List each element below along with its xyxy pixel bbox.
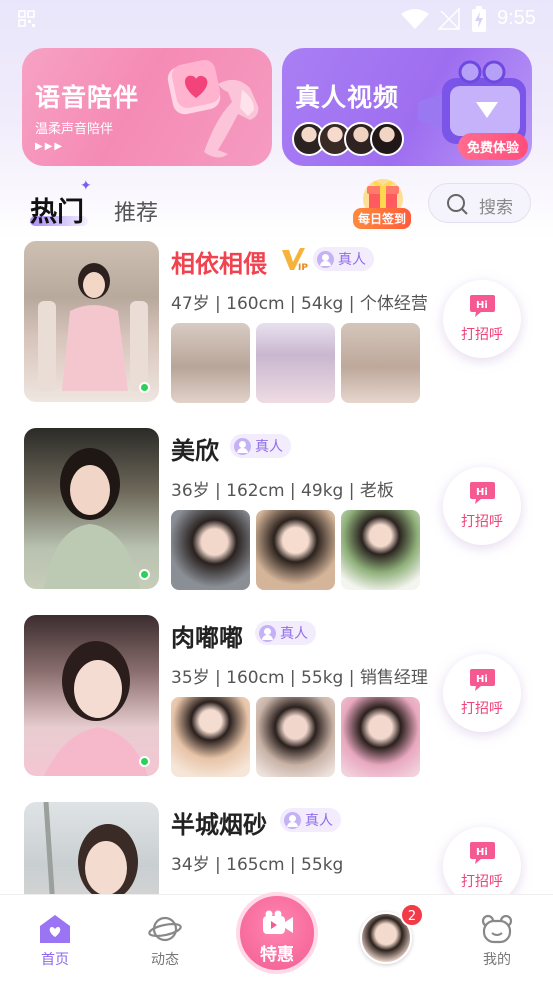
clock: 9:55 (497, 7, 536, 29)
svg-text:Hi: Hi (476, 487, 488, 498)
say-hi-button[interactable]: Hi 打招呼 (443, 280, 521, 358)
verified-real-badge: 真人 (280, 808, 341, 832)
hi-chat-icon: Hi (470, 482, 495, 504)
profile-info: 34岁 | 165cm | 55kg (171, 855, 344, 875)
profile-photo[interactable] (24, 615, 159, 776)
person-icon (284, 811, 301, 829)
live-video-banner[interactable]: 真人视频 免费体验 (282, 48, 532, 166)
thumbnail-photo[interactable] (341, 323, 420, 403)
profile-name: 相依相偎 (171, 250, 267, 278)
thumbnail-photo[interactable] (171, 697, 250, 777)
profile-name: 肉嘟嘟 (171, 624, 243, 652)
online-indicator (139, 382, 150, 393)
online-indicator (139, 756, 150, 767)
signal-icon (438, 8, 460, 30)
profile-info: 35岁 | 160cm | 55kg | 销售经理 (171, 668, 428, 688)
person-icon (234, 437, 251, 455)
vip-icon: IP (282, 248, 308, 272)
say-hi-label: 打招呼 (461, 514, 503, 530)
hi-chat-icon: Hi (470, 295, 495, 317)
banner-voice-dots: ▶▶▶ (35, 141, 65, 152)
svg-text:Hi: Hi (476, 847, 488, 858)
svg-text:Hi: Hi (476, 674, 488, 685)
say-hi-button[interactable]: Hi 打招呼 (443, 654, 521, 732)
search-icon (447, 194, 468, 215)
hi-chat-icon: Hi (470, 669, 495, 691)
verified-real-badge: 真人 (313, 247, 374, 271)
say-hi-label: 打招呼 (461, 327, 503, 343)
profile-photo[interactable] (24, 241, 159, 402)
nav-mine-label: 我的 (483, 952, 511, 968)
thumbnail-photo[interactable] (341, 510, 420, 590)
phone-heart-icon (167, 59, 259, 158)
search-label: 搜索 (479, 198, 513, 218)
thumbnail-photo[interactable] (256, 697, 335, 777)
person-icon (317, 250, 334, 268)
search-button[interactable]: 搜索 (428, 183, 531, 223)
sparkle-icon: ✦ (80, 178, 92, 194)
nav-home-label: 首页 (41, 952, 69, 968)
profile-card[interactable]: 美欣 真人 36岁 | 162cm | 49kg | 老板 Hi 打招呼 (0, 425, 553, 612)
nav-moments[interactable]: 动态 (120, 895, 210, 983)
say-hi-button[interactable]: Hi 打招呼 (443, 827, 521, 894)
svg-text:Hi: Hi (476, 300, 488, 311)
bear-face-icon (481, 914, 513, 944)
profile-card[interactable]: 半城烟砂 真人 34岁 | 165cm | 55kg Hi 打招呼 (0, 799, 553, 894)
planet-icon (148, 916, 182, 942)
banner-voice-title: 语音陪伴 (35, 83, 140, 112)
thumbnail-photo[interactable] (341, 697, 420, 777)
svg-text:IP: IP (298, 263, 308, 272)
app-grid-icon (18, 10, 35, 27)
verified-real-label: 真人 (305, 813, 333, 829)
woman-portrait-icon (44, 448, 140, 589)
verified-real-label: 真人 (280, 626, 308, 642)
verified-real-label: 真人 (255, 439, 283, 455)
banner-voice-subtitle: 温柔声音陪伴 (35, 122, 114, 137)
profile-photo[interactable] (24, 428, 159, 589)
avatar (370, 122, 404, 156)
woman-portrait-icon (44, 641, 148, 776)
woman-portrait-icon (38, 263, 148, 391)
say-hi-label: 打招呼 (461, 701, 503, 717)
voice-companion-banner[interactable]: 语音陪伴 温柔声音陪伴 ▶▶▶ (22, 48, 272, 166)
hi-chat-icon: Hi (470, 842, 495, 864)
thumbnail-photo[interactable] (256, 510, 335, 590)
verified-real-badge: 真人 (230, 434, 291, 458)
nav-home[interactable]: 首页 (10, 895, 100, 983)
nav-moments-label: 动态 (151, 952, 179, 968)
status-bar: 9:55 (0, 0, 553, 38)
banner-video-title: 真人视频 (295, 83, 400, 112)
tab-hot[interactable]: 热门 (30, 190, 84, 229)
profile-info: 47岁 | 160cm | 54kg | 个体经营 (171, 294, 428, 314)
thumbnail-photo[interactable] (171, 510, 250, 590)
online-indicator (139, 569, 150, 580)
profile-card[interactable]: 相依相偎 IP 真人 47岁 | 160cm | 54kg | 个体经营 Hi … (0, 238, 553, 425)
video-camera-icon (263, 910, 293, 934)
nav-mine[interactable]: 我的 (452, 895, 542, 983)
unread-message-badge: 2 (400, 903, 424, 927)
say-hi-button[interactable]: Hi 打招呼 (443, 467, 521, 545)
person-icon (259, 624, 276, 642)
battery-charging-icon (472, 6, 486, 32)
profile-name: 半城烟砂 (171, 811, 267, 839)
verified-real-label: 真人 (338, 252, 366, 268)
profile-name: 美欣 (171, 437, 219, 465)
wifi-icon (401, 9, 429, 29)
say-hi-label: 打招呼 (461, 874, 503, 890)
profile-card[interactable]: 肉嘟嘟 真人 35岁 | 160cm | 55kg | 销售经理 Hi 打招呼 (0, 612, 553, 799)
verified-real-badge: 真人 (255, 621, 316, 645)
avatar-stack (292, 122, 404, 156)
free-trial-badge[interactable]: 免费体验 (457, 133, 528, 160)
woman-portrait-icon (43, 802, 138, 894)
profile-info: 36岁 | 162cm | 49kg | 老板 (171, 481, 394, 501)
home-icon (40, 915, 70, 943)
thumbnail-photo[interactable] (256, 323, 335, 403)
daily-checkin-label[interactable]: 每日签到 (353, 208, 411, 229)
profile-list[interactable]: 相依相偎 IP 真人 47岁 | 160cm | 54kg | 个体经营 Hi … (0, 238, 553, 894)
thumbnail-photo[interactable] (171, 323, 250, 403)
profile-photo[interactable] (24, 802, 159, 894)
special-offer-button[interactable]: 特惠 (236, 892, 318, 974)
tab-recommend[interactable]: 推荐 (114, 195, 158, 227)
special-offer-label: 特惠 (260, 945, 294, 965)
